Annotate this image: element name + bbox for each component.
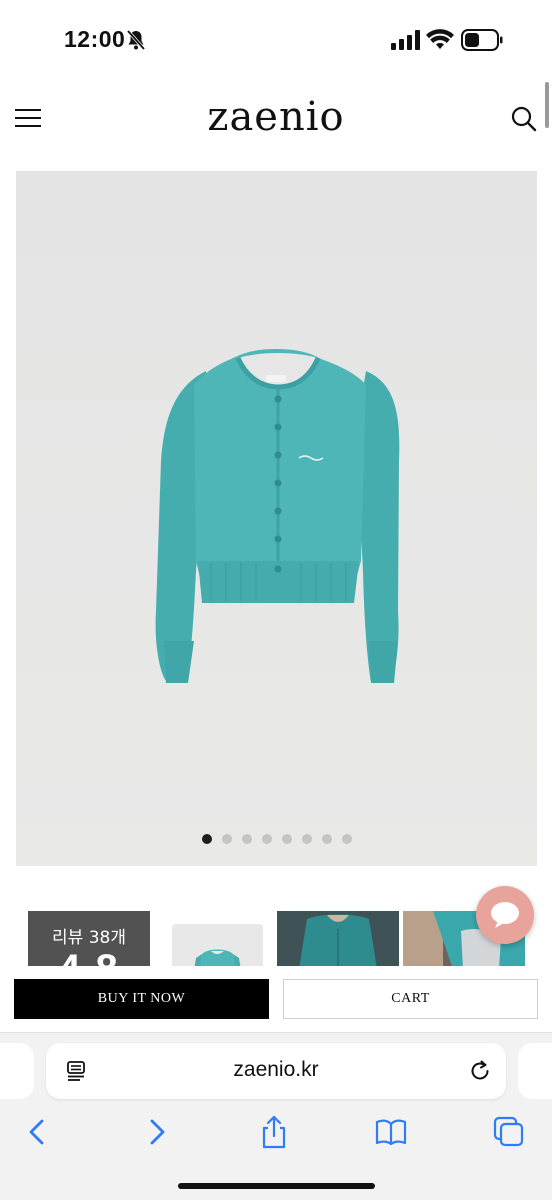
review-rating: 4.8 (28, 947, 150, 966)
pager-dot-5[interactable] (281, 834, 292, 844)
next-tab-peek[interactable] (518, 1043, 552, 1099)
status-time: 12:00 (64, 26, 126, 52)
brand-logo[interactable]: zaenio (0, 94, 552, 140)
tabs-icon[interactable] (492, 1115, 526, 1149)
pager-dot-2[interactable] (221, 834, 232, 844)
pager-dot-7[interactable] (321, 834, 332, 844)
review-count: 리뷰 38개 (52, 928, 126, 948)
signal-icon (391, 30, 420, 50)
cart-button[interactable]: CART (283, 979, 538, 1019)
home-indicator[interactable] (178, 1183, 375, 1189)
reload-icon[interactable] (468, 1059, 492, 1083)
pager-dot-8[interactable] (341, 834, 352, 844)
bookmarks-icon[interactable] (374, 1115, 408, 1149)
wifi-icon (426, 29, 454, 49)
pager-dot-1[interactable] (201, 834, 212, 844)
scroll-indicator[interactable] (545, 82, 549, 128)
search-icon[interactable] (510, 105, 538, 133)
chat-bubble-icon (491, 902, 519, 928)
pager-dot-6[interactable] (301, 834, 312, 844)
product-image-gallery[interactable] (16, 171, 537, 866)
browser-toolbar (0, 1111, 552, 1157)
back-icon[interactable] (20, 1115, 54, 1149)
thumbnail-worn-front[interactable] (277, 911, 399, 966)
forward-icon[interactable] (140, 1115, 174, 1149)
url-text[interactable]: zaenio.kr (46, 1058, 506, 1082)
previous-tab-peek[interactable] (0, 1043, 34, 1099)
pager-dot-4[interactable] (261, 834, 272, 844)
thumbnail-product[interactable] (172, 924, 263, 966)
address-bar[interactable]: zaenio.kr (46, 1043, 506, 1099)
product-image (16, 171, 537, 866)
status-bar: 12:00 (0, 0, 552, 80)
share-icon[interactable] (257, 1115, 291, 1149)
bell-slash-icon (126, 29, 146, 51)
chat-button[interactable] (476, 886, 534, 944)
battery-icon (461, 29, 503, 51)
thumbnail-strip: 리뷰 38개 4.8 (0, 908, 552, 966)
gallery-pager (16, 834, 537, 844)
review-summary-card[interactable]: 리뷰 38개 4.8 (28, 911, 150, 966)
site-header: zaenio (0, 88, 552, 152)
browser-chrome: zaenio.kr (0, 1032, 552, 1200)
purchase-action-bar: BUY IT NOW CART (0, 966, 552, 1032)
buy-now-button[interactable]: BUY IT NOW (14, 979, 269, 1019)
pager-dot-3[interactable] (241, 834, 252, 844)
